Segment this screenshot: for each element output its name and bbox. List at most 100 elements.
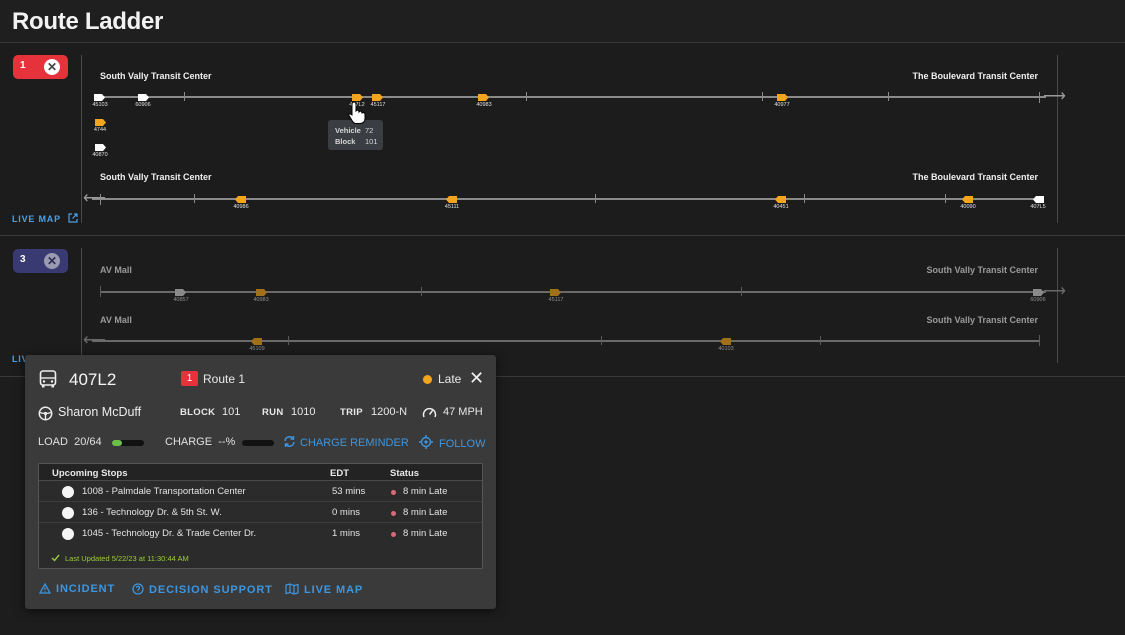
stop-tick xyxy=(762,92,763,101)
stop-status: 8 min Late xyxy=(403,528,448,539)
charge-reminder-button[interactable]: CHARGE REMINDER xyxy=(283,435,409,449)
vehicle-label: 40857 xyxy=(173,297,189,303)
vehicle-marker[interactable] xyxy=(962,196,973,203)
column-header: Status xyxy=(390,468,420,479)
route-1-pill[interactable]: 1 ✕ xyxy=(13,55,68,79)
vehicle-marker[interactable] xyxy=(95,119,106,126)
vehicle-marker[interactable] xyxy=(251,338,262,345)
stop-name: 1045 - Technology Dr. & Trade Center Dr. xyxy=(82,528,257,539)
stop-tick xyxy=(601,336,602,345)
table-row[interactable]: 1008 - Palmdale Transportation Center 53… xyxy=(39,482,482,502)
table-row[interactable]: 1045 - Technology Dr. & Trade Center Dr.… xyxy=(39,524,482,544)
status-dot xyxy=(391,532,396,537)
column-header: Upcoming Stops xyxy=(52,468,128,479)
stop-tick xyxy=(194,194,195,203)
page-title: Route Ladder xyxy=(12,8,164,35)
vehicle-label: 45103 xyxy=(92,102,108,108)
decision-support-button[interactable]: DECISION SUPPORT xyxy=(132,583,273,596)
load-bar-fill xyxy=(112,440,122,446)
stop-tick xyxy=(526,92,527,101)
vehicle-marker[interactable] xyxy=(1033,289,1044,296)
vehicle-marker[interactable] xyxy=(138,94,149,101)
inbound-track xyxy=(92,340,1040,342)
vehicle-label: 40983 xyxy=(476,102,492,108)
vehicle-label: 40451 xyxy=(773,204,789,210)
terminal-end: South Vally Transit Center xyxy=(926,315,1038,325)
ladder-right-border xyxy=(1057,55,1058,223)
vehicle-marker[interactable] xyxy=(720,338,731,345)
outbound-track xyxy=(96,96,1046,98)
route-3-pill[interactable]: 3 ✕ xyxy=(13,249,68,273)
table-row[interactable]: 136 - Technology Dr. & 5th St. W. 0 mins… xyxy=(39,503,482,523)
ladder-left-border xyxy=(81,248,82,363)
stop-tick xyxy=(804,194,805,203)
trip-label: TRIP xyxy=(340,407,363,418)
stop-name: 136 - Technology Dr. & 5th St. W. xyxy=(82,507,222,518)
checkmark-icon xyxy=(51,554,60,562)
ladder-left-border xyxy=(81,55,82,223)
run-label: RUN xyxy=(262,407,284,418)
terminal-start: South Vally Transit Center xyxy=(100,172,212,182)
close-icon[interactable]: ✕ xyxy=(469,368,484,389)
terminal-start: AV Mall xyxy=(100,315,132,325)
column-header: EDT xyxy=(330,468,349,479)
vehicle-marker[interactable] xyxy=(372,94,383,101)
hand-cursor-icon xyxy=(348,101,366,124)
vehicle-marker[interactable] xyxy=(446,196,457,203)
stop-tick xyxy=(741,287,742,296)
vehicle-marker[interactable] xyxy=(775,196,786,203)
vehicle-id: 407L2 xyxy=(69,370,117,389)
stop-tick xyxy=(820,336,821,345)
bus-icon xyxy=(39,370,57,388)
page-header: Route Ladder xyxy=(0,0,1125,43)
stop-tick xyxy=(288,336,289,345)
close-icon[interactable]: ✕ xyxy=(44,253,60,269)
status-text: Late xyxy=(438,372,462,386)
vehicle-marker[interactable] xyxy=(478,94,489,101)
block-label: BLOCK xyxy=(180,407,216,418)
stop-tick xyxy=(1039,92,1040,103)
warning-icon xyxy=(38,582,52,594)
vehicle-label: 40103 xyxy=(718,346,734,352)
load-label: LOAD 20/64 xyxy=(38,436,102,448)
stop-marker-icon xyxy=(62,507,74,519)
block-value: 101 xyxy=(222,406,241,418)
ladder-right-border xyxy=(1057,248,1058,363)
live-map-button[interactable]: LIVE MAP xyxy=(285,583,363,596)
stop-tick xyxy=(100,286,101,297)
vehicle-marker[interactable] xyxy=(175,289,186,296)
close-icon[interactable]: ✕ xyxy=(44,59,60,75)
stop-tick xyxy=(184,92,185,101)
incident-button[interactable]: INCIDENT xyxy=(38,582,115,595)
vehicle-marker[interactable] xyxy=(235,196,246,203)
map-icon xyxy=(285,583,299,595)
terminal-end: The Boulevard Transit Center xyxy=(912,71,1038,81)
stop-tick xyxy=(888,92,889,101)
vehicle-marker[interactable] xyxy=(550,289,561,296)
live-map-link[interactable]: LIVE MAP xyxy=(12,213,78,224)
arrow-right-icon: ⟶ xyxy=(1043,88,1066,105)
charge-label: CHARGE --% xyxy=(165,436,236,448)
arrow-left-icon: ⟵ xyxy=(83,190,106,207)
vehicle-tooltip: Vehicle 72 Block 101 xyxy=(328,120,383,150)
stop-marker-icon xyxy=(62,528,74,540)
stop-edt: 0 mins xyxy=(332,507,360,518)
vehicle-marker[interactable] xyxy=(1033,196,1044,203)
route-1-ladder: 1 ✕ LIVE MAP South Vally Transit Center … xyxy=(0,43,1125,236)
stop-tick xyxy=(945,194,946,203)
last-updated: Last Updated 5/22/23 at 11:30:44 AM xyxy=(51,554,189,563)
speedometer-icon xyxy=(422,407,437,418)
stop-tick xyxy=(595,194,596,203)
follow-button[interactable]: FOLLOW xyxy=(419,435,485,450)
crosshair-icon xyxy=(419,435,433,449)
vehicle-label: 40870 xyxy=(92,152,108,158)
table-header: Upcoming Stops EDT Status xyxy=(39,464,482,481)
vehicle-label: 4744 xyxy=(93,127,107,133)
vehicle-marker[interactable] xyxy=(256,289,267,296)
vehicle-marker[interactable] xyxy=(94,94,105,101)
vehicle-marker[interactable] xyxy=(777,94,788,101)
route-number: 1 xyxy=(20,60,26,71)
stop-tick xyxy=(421,287,422,296)
vehicle-marker[interactable] xyxy=(95,144,106,151)
vehicle-label: 45111 xyxy=(444,204,460,210)
